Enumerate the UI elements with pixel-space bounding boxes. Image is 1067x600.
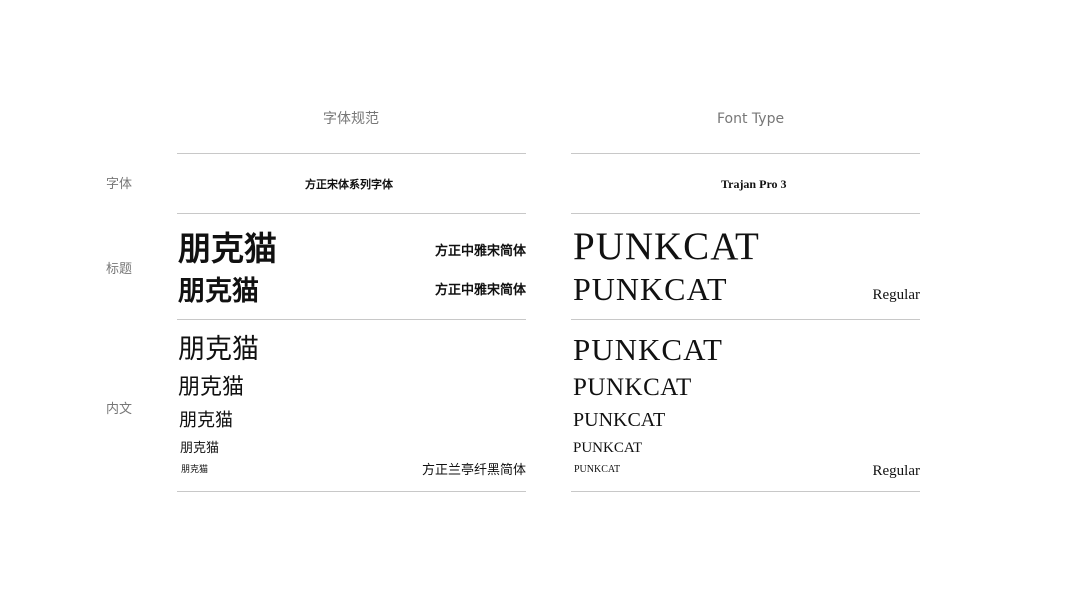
header-cn: 字体规范 (323, 111, 379, 127)
body-en-weight: Regular (872, 463, 920, 479)
body-en-sample-5: PUNKCAT (574, 464, 621, 475)
row-label-title: 标题 (106, 262, 133, 277)
row-label-font: 字体 (106, 177, 133, 192)
divider-left-3 (177, 319, 526, 320)
divider-right-2 (571, 213, 920, 214)
divider-right-4 (571, 491, 920, 492)
header-en: Font Type (717, 111, 785, 127)
divider-left-4 (177, 491, 526, 492)
row-label-body: 内文 (106, 402, 133, 417)
divider-left-2 (177, 213, 526, 214)
body-cn-sample-2: 朋克猫 (178, 375, 245, 400)
body-cn-sample-4: 朋克猫 (180, 441, 220, 456)
divider-right-1 (571, 153, 920, 154)
body-cn-sample-5: 朋克猫 (181, 465, 209, 475)
title-cn-sample-1: 朋克猫 (178, 229, 277, 268)
title-cn-font-2: 方正中雅宋简体 (434, 283, 526, 298)
en-font-family: Trajan Pro 3 (721, 177, 787, 191)
body-en-sample-3: PUNKCAT (573, 409, 666, 431)
body-en-sample-4: PUNKCAT (573, 440, 643, 456)
title-cn-sample-2: 朋克猫 (178, 276, 259, 307)
title-cn-font-1: 方正中雅宋简体 (434, 244, 526, 259)
body-cn-font: 方正兰亭纤黑简体 (421, 463, 526, 478)
body-cn-sample-3: 朋克猫 (179, 410, 233, 431)
body-en-sample-1: PUNKCAT (573, 332, 723, 367)
body-en-sample-2: PUNKCAT (573, 374, 692, 401)
divider-left-1 (177, 153, 526, 154)
body-cn-sample-1: 朋克猫 (178, 334, 259, 365)
title-en-weight: Regular (872, 287, 920, 303)
cn-font-family: 方正宋体系列字体 (305, 178, 393, 191)
title-en-sample-1: PUNKCAT (573, 225, 760, 268)
title-en-sample-2: PUNKCAT (573, 271, 728, 307)
divider-right-3 (571, 319, 920, 320)
